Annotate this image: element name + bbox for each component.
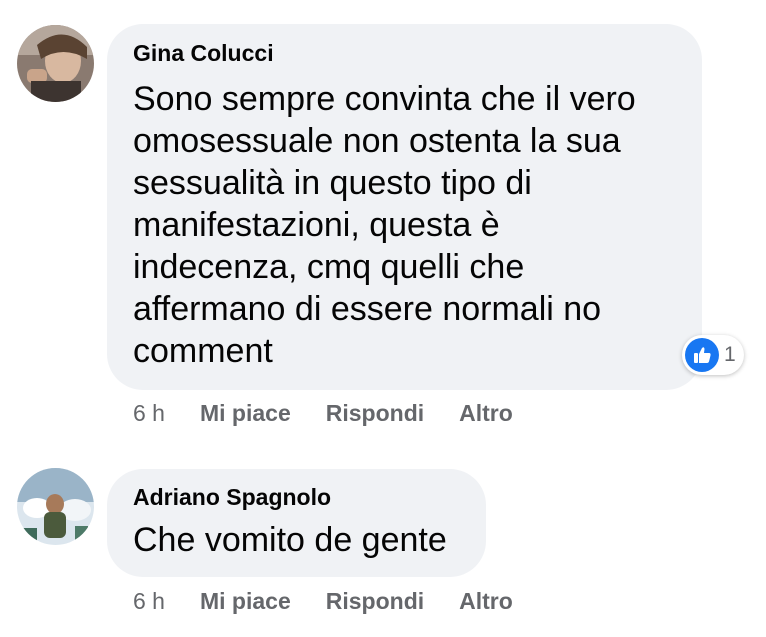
more-button[interactable]: Altro — [459, 588, 513, 615]
comment-text-line: sessualità in questo tipo di — [133, 164, 532, 202]
comment-text: Che vomito de gente — [133, 519, 447, 561]
like-button[interactable]: Mi piace — [200, 400, 291, 427]
comment-text-line: affermano di essere normali no — [133, 290, 602, 328]
comment-text-line: Che vomito de gente — [133, 521, 447, 559]
comment-actions: 6 h Mi piace Rispondi Altro — [133, 588, 513, 615]
comment-text-line: omosessuale non ostenta la sua — [133, 122, 621, 160]
comment-bubble: Adriano Spagnolo Che vomito de gente — [107, 469, 486, 577]
comment-bubble: Gina Colucci Sono sempre convinta che il… — [107, 24, 702, 390]
comment-timestamp[interactable]: 6 h — [133, 400, 165, 427]
comment-text-line: manifestazioni, questa è — [133, 206, 500, 244]
comment-author[interactable]: Adriano Spagnolo — [133, 484, 331, 511]
reply-button[interactable]: Rispondi — [326, 400, 424, 427]
comment-actions: 6 h Mi piace Rispondi Altro — [133, 400, 513, 427]
reply-button[interactable]: Rispondi — [326, 588, 424, 615]
comment-text: Sono sempre convinta che il vero omosess… — [133, 78, 636, 372]
comment-author[interactable]: Gina Colucci — [133, 40, 274, 67]
avatar[interactable] — [17, 468, 94, 545]
reaction-count: 1 — [724, 343, 736, 366]
comments-list: Gina Colucci Sono sempre convinta che il… — [0, 0, 766, 637]
comment-timestamp[interactable]: 6 h — [133, 588, 165, 615]
comment-text-line: indecenza, cmq quelli che — [133, 248, 525, 286]
reaction-summary[interactable]: 1 — [682, 335, 744, 375]
comment-text-line: Sono sempre convinta che il vero — [133, 80, 636, 118]
like-icon — [685, 338, 719, 372]
avatar[interactable] — [17, 25, 94, 102]
like-button[interactable]: Mi piace — [200, 588, 291, 615]
more-button[interactable]: Altro — [459, 400, 513, 427]
comment-text-line: comment — [133, 332, 273, 370]
